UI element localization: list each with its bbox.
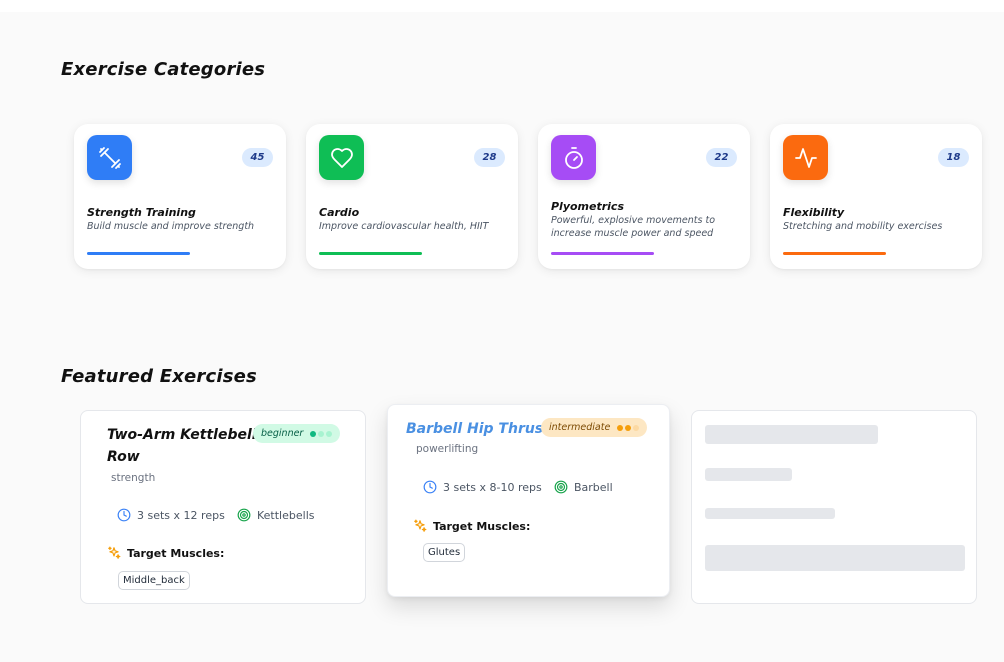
heart-icon (319, 135, 364, 180)
skeleton-title (705, 425, 878, 444)
sets-reps: 3 sets x 12 reps (117, 508, 225, 522)
exercise-card[interactable]: Barbell Hip Thrust intermediate powerlif… (387, 404, 670, 597)
exercise-card-skeleton (691, 410, 977, 604)
category-progress-bar (551, 252, 738, 256)
exercise-category: powerlifting (416, 443, 479, 455)
clock-icon (423, 480, 437, 494)
featured-heading: Featured Exercises (61, 366, 257, 387)
category-description: Build muscle and improve strength (87, 221, 255, 232)
target-muscles-heading: Target Muscles: (413, 519, 530, 533)
skeleton-line (705, 508, 835, 519)
level-label: beginner (261, 428, 304, 439)
sets-reps-text: 3 sets x 12 reps (137, 508, 225, 522)
level-label: intermediate (549, 422, 611, 433)
category-card-cardio[interactable]: 28 Cardio Improve cardiovascular health,… (306, 124, 518, 269)
category-progress-bar (783, 252, 970, 256)
skeleton-line (705, 468, 792, 481)
exercise-count-badge: 22 (706, 148, 737, 167)
equipment-text: Barbell (574, 480, 613, 494)
category-description: Improve cardiovascular health, HIIT (319, 221, 489, 232)
sparkles-icon (108, 546, 121, 559)
target-icon (237, 508, 251, 522)
target-icon (554, 480, 568, 494)
level-dot-filled (310, 430, 317, 437)
level-dot-filled (617, 424, 624, 431)
muscle-tag[interactable]: Middle_back (118, 571, 190, 590)
activity-pulse-icon (783, 135, 828, 180)
level-badge: intermediate (541, 418, 648, 437)
skeleton-block (705, 545, 965, 571)
stopwatch-icon (551, 135, 596, 180)
sparkles-icon (414, 519, 427, 532)
exercise-count-badge: 28 (474, 148, 505, 167)
category-card-plyometrics[interactable]: 22 Plyometrics Powerful, explosive movem… (538, 124, 750, 269)
equipment: Barbell (554, 480, 613, 494)
target-muscles-label: Target Muscles: (433, 519, 531, 533)
exercise-count-badge: 45 (242, 148, 273, 167)
clock-icon (117, 508, 131, 522)
category-progress-fill (551, 252, 654, 255)
category-name: Cardio (319, 206, 360, 219)
category-progress-bar (319, 252, 506, 256)
level-dots (617, 424, 640, 431)
category-description: Stretching and mobility exercises (783, 221, 943, 232)
level-dot-filled (625, 424, 632, 431)
category-description: Powerful, explosive movements to increas… (551, 215, 716, 239)
category-progress-fill (87, 252, 190, 255)
category-name: Strength Training (87, 206, 196, 219)
category-card-flexibility[interactable]: 18 Flexibility Stretching and mobility e… (770, 124, 982, 269)
sets-reps: 3 sets x 8-10 reps (423, 480, 542, 494)
sets-reps-text: 3 sets x 8-10 reps (443, 480, 542, 494)
muscle-tag[interactable]: Glutes (423, 543, 466, 562)
target-muscles-label: Target Muscles: (127, 546, 225, 560)
level-badge: beginner (253, 424, 341, 443)
exercise-title: Barbell Hip Thrust (406, 421, 550, 437)
level-dot-empty (326, 430, 333, 437)
exercise-card[interactable]: Two-Arm Kettlebell Row beginner strength… (80, 410, 366, 604)
exercise-category: strength (111, 472, 156, 484)
exercise-title: Two-Arm Kettlebell Row (107, 427, 257, 465)
dumbbell-icon (87, 135, 132, 180)
categories-heading: Exercise Categories (61, 59, 266, 80)
equipment-text: Kettlebells (257, 508, 315, 522)
top-strip (0, 0, 1004, 12)
level-dots (310, 430, 333, 437)
target-muscles-heading: Target Muscles: (107, 546, 224, 560)
exercise-count-badge: 18 (938, 148, 969, 167)
category-progress-fill (319, 252, 422, 255)
level-dot-empty (318, 430, 325, 437)
category-card-strength[interactable]: 45 Strength Training Build muscle and im… (74, 124, 286, 269)
category-name: Plyometrics (551, 200, 625, 213)
category-progress-fill (783, 252, 886, 255)
equipment: Kettlebells (237, 508, 314, 522)
category-progress-bar (87, 252, 274, 256)
category-name: Flexibility (783, 206, 845, 219)
level-dot-empty (633, 424, 640, 431)
